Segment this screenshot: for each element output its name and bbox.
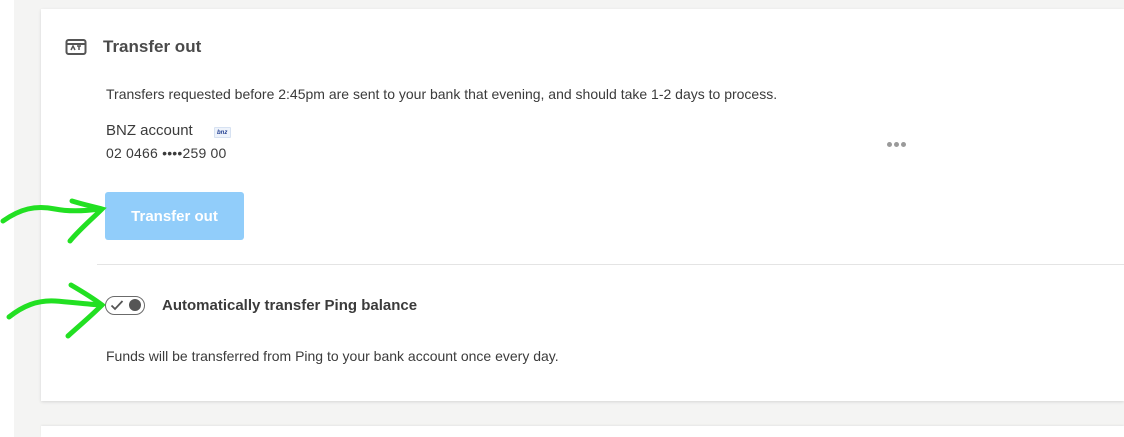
annotation-arrow-icon (0, 198, 107, 244)
auto-transfer-label: Automatically transfer Ping balance (162, 297, 418, 314)
more-options-icon[interactable] (887, 137, 911, 151)
checkmark-icon (110, 300, 124, 311)
transfer-out-button[interactable]: Transfer out (105, 192, 244, 240)
card-title: Transfer out (103, 37, 202, 56)
bank-account-number: 02 0466 ••••259 00 (106, 145, 227, 161)
bank-transfer-icon (65, 39, 87, 55)
bnz-logo: bnz (214, 127, 231, 138)
auto-transfer-toggle[interactable] (105, 296, 145, 315)
bank-account-name: BNZ account (106, 122, 193, 139)
annotation-arrow-icon (6, 282, 106, 339)
more-dot (894, 142, 899, 147)
section-divider (97, 264, 1124, 265)
next-card (41, 426, 1124, 437)
transfer-description: Transfers requested before 2:45pm are se… (106, 86, 778, 102)
transfer-out-card: Transfer out Transfers requested before … (41, 9, 1124, 401)
more-dot (887, 142, 892, 147)
auto-transfer-note: Funds will be transferred from Ping to y… (106, 348, 559, 364)
toggle-knob (129, 299, 141, 311)
more-dot (901, 142, 906, 147)
